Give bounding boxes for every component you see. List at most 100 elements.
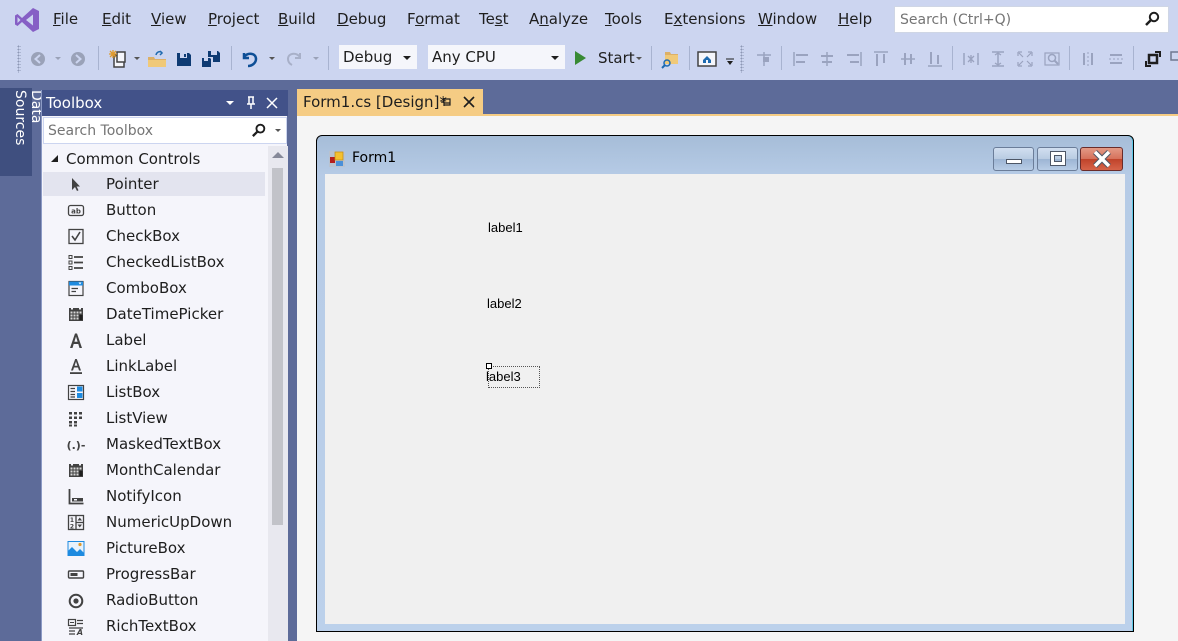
undo-dropdown[interactable] bbox=[269, 57, 275, 60]
toolbox-item-checkbox[interactable]: CheckBox bbox=[43, 224, 265, 248]
align-tops-button[interactable] bbox=[871, 48, 891, 70]
zoom-button[interactable] bbox=[1042, 48, 1062, 70]
make-same-width-button[interactable] bbox=[961, 48, 981, 70]
menu-project[interactable]: Project bbox=[208, 10, 259, 28]
quick-launch-search[interactable] bbox=[894, 6, 1169, 33]
toolbox-item-richtextbox[interactable]: A RichTextBox bbox=[43, 614, 265, 638]
label2[interactable]: label2 bbox=[487, 296, 522, 311]
solution-platform-dropdown[interactable]: Any CPU bbox=[427, 44, 566, 70]
form-close-button[interactable] bbox=[1080, 147, 1123, 171]
notify-icon-icon bbox=[67, 488, 85, 504]
toolbox-scrollbar[interactable] bbox=[268, 146, 288, 641]
label3[interactable]: label3 bbox=[486, 369, 521, 384]
start-debugging-button[interactable]: Start bbox=[572, 46, 635, 70]
menu-help[interactable]: Help bbox=[838, 10, 872, 28]
forward-button[interactable] bbox=[69, 48, 87, 70]
pin-icon[interactable] bbox=[244, 96, 258, 110]
menu-tools[interactable]: Tools bbox=[605, 10, 642, 28]
redo-button[interactable] bbox=[283, 48, 305, 70]
toolbar-separator bbox=[231, 46, 232, 70]
toolbox-item-checkedlistbox[interactable]: CheckedListBox bbox=[43, 250, 265, 274]
search-icon[interactable] bbox=[251, 123, 266, 138]
back-button[interactable] bbox=[29, 48, 47, 70]
toolbar-grip[interactable] bbox=[740, 45, 744, 73]
save-button[interactable] bbox=[174, 48, 194, 70]
svg-text:(.)-: (.)- bbox=[67, 439, 85, 452]
undo-button[interactable] bbox=[239, 48, 261, 70]
toolbox-item-combobox[interactable]: ComboBox bbox=[43, 276, 265, 300]
menu-format[interactable]: Format bbox=[407, 10, 460, 28]
bring-to-front-button[interactable] bbox=[1143, 48, 1163, 70]
menu-view[interactable]: View bbox=[151, 10, 187, 28]
horizontal-spacing-button[interactable] bbox=[1079, 48, 1099, 70]
toolbar-separator bbox=[328, 46, 329, 70]
toolbox-item-pointer[interactable]: Pointer bbox=[43, 172, 265, 196]
open-button[interactable] bbox=[146, 48, 168, 70]
label1[interactable]: label1 bbox=[488, 220, 523, 235]
window-position-dropdown-icon[interactable] bbox=[223, 96, 237, 110]
menu-test[interactable]: Test bbox=[479, 10, 509, 28]
form-maximize-button[interactable] bbox=[1037, 147, 1078, 171]
new-item-dropdown[interactable] bbox=[134, 57, 140, 60]
align-centers-button[interactable] bbox=[817, 48, 837, 70]
align-to-grid-button[interactable] bbox=[754, 48, 774, 70]
scrollbar-thumb[interactable] bbox=[272, 168, 283, 525]
data-sources-tab[interactable]: Data Sources bbox=[8, 88, 44, 176]
horizontal-spacing-icon bbox=[1083, 52, 1093, 66]
menu-build[interactable]: Build bbox=[278, 10, 316, 28]
toolbox-item-label[interactable]: Label bbox=[43, 328, 265, 352]
resize-handle[interactable] bbox=[486, 363, 492, 369]
scroll-up-icon[interactable] bbox=[272, 152, 284, 158]
visual-studio-logo-icon[interactable] bbox=[14, 7, 40, 33]
menu-window[interactable]: Window bbox=[758, 10, 817, 28]
toolbar-grip[interactable] bbox=[17, 45, 21, 73]
redo-dropdown[interactable] bbox=[313, 57, 319, 60]
form-minimize-button[interactable] bbox=[993, 147, 1034, 171]
menu-analyze[interactable]: Analyze bbox=[529, 10, 588, 28]
size-to-grid-button[interactable] bbox=[1015, 48, 1035, 70]
toolbox-item-progressbar[interactable]: ProgressBar bbox=[43, 562, 265, 586]
send-to-back-button[interactable] bbox=[1168, 48, 1178, 70]
toolbox-search[interactable] bbox=[43, 117, 287, 144]
align-rights-button[interactable] bbox=[844, 48, 864, 70]
toolbox-item-monthcalendar[interactable]: MonthCalendar bbox=[43, 458, 265, 482]
toolbox-item-picturebox[interactable]: PictureBox bbox=[43, 536, 265, 560]
menu-debug[interactable]: Debug bbox=[337, 10, 386, 28]
toolbox-item-linklabel[interactable]: LinkLabel bbox=[43, 354, 265, 378]
align-lefts-button[interactable] bbox=[791, 48, 811, 70]
menu-edit[interactable]: Edit bbox=[102, 10, 131, 28]
toolbox-item-notifyicon[interactable]: NotifyIcon bbox=[43, 484, 265, 508]
close-tab-icon[interactable] bbox=[462, 95, 476, 109]
save-all-button[interactable] bbox=[200, 48, 222, 70]
menu-file[interactable]: File bbox=[53, 10, 78, 28]
toolbox-group-common-controls[interactable]: Common Controls bbox=[43, 148, 265, 170]
menu-extensions[interactable]: Extensions bbox=[664, 10, 745, 28]
toolbar-overflow-button[interactable] bbox=[724, 48, 736, 70]
search-input[interactable] bbox=[895, 7, 1135, 32]
toolbox-item-button[interactable]: ab Button bbox=[43, 198, 265, 222]
back-dropdown[interactable] bbox=[55, 57, 61, 60]
form1-window[interactable]: Form1 label1 label2 label3 bbox=[316, 135, 1134, 632]
solution-configuration-dropdown[interactable]: Debug bbox=[338, 44, 418, 70]
form-client-area[interactable]: label1 label2 label3 bbox=[325, 174, 1125, 624]
align-bottoms-button[interactable] bbox=[925, 48, 945, 70]
search-options-dropdown-icon[interactable] bbox=[275, 129, 281, 132]
toolbox-item-numericupdown[interactable]: 1 2 NumericUpDown bbox=[43, 510, 265, 534]
make-same-height-button[interactable] bbox=[988, 48, 1008, 70]
toolbox-item-radiobutton[interactable]: RadioButton bbox=[43, 588, 265, 612]
align-middles-button[interactable] bbox=[898, 48, 918, 70]
home-window-button[interactable] bbox=[696, 48, 718, 70]
new-item-button[interactable] bbox=[107, 48, 129, 70]
solution-explorer-button[interactable] bbox=[659, 48, 683, 70]
start-dropdown[interactable] bbox=[636, 57, 642, 60]
close-icon[interactable] bbox=[265, 96, 279, 110]
toolbox-item-listview[interactable]: ListView bbox=[43, 406, 265, 430]
tab-form1-design[interactable]: Form1.cs [Design]* bbox=[297, 89, 483, 115]
toolbox-search-input[interactable] bbox=[44, 118, 244, 143]
toolbox-item-label: ListBox bbox=[106, 383, 161, 401]
pin-tab-icon[interactable] bbox=[440, 96, 452, 108]
vertical-spacing-button[interactable] bbox=[1106, 48, 1126, 70]
toolbox-item-maskedtextbox[interactable]: (.)- MaskedTextBox bbox=[43, 432, 265, 456]
toolbox-item-listbox[interactable]: ListBox bbox=[43, 380, 265, 404]
toolbox-item-datetimepicker[interactable]: DateTimePicker bbox=[43, 302, 265, 326]
